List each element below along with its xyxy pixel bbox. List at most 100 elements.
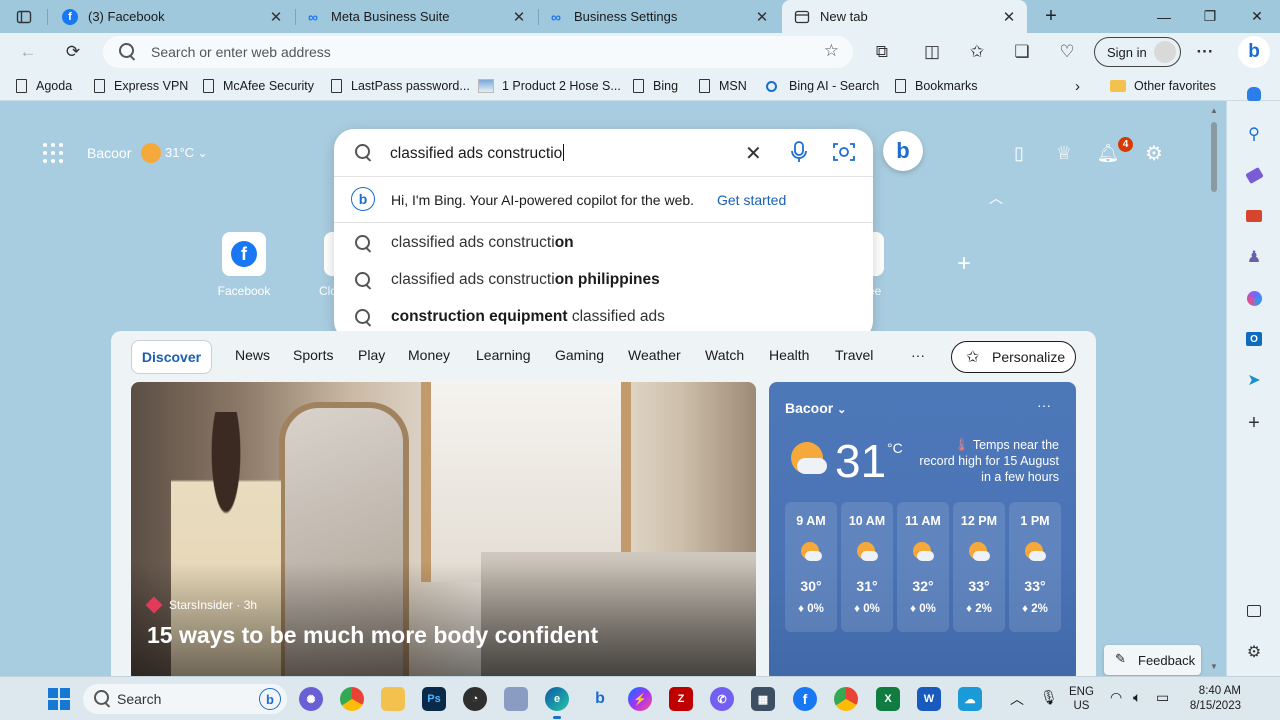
- favorite-express-vpn[interactable]: Express VPN: [94, 71, 188, 101]
- nav-learning[interactable]: Learning: [476, 347, 531, 363]
- settings-gear-icon[interactable]: ⚙: [1143, 142, 1165, 165]
- get-started-link[interactable]: Get started: [717, 192, 786, 208]
- volume-icon[interactable]: 🔈︎: [1133, 689, 1141, 706]
- weather-location[interactable]: Bacoor: [87, 145, 131, 161]
- nav-gaming[interactable]: Gaming: [555, 347, 604, 363]
- close-icon[interactable]: ✕: [1001, 8, 1017, 26]
- bing-copilot-suggestion[interactable]: b Hi, I'm Bing. Your AI-powered copilot …: [334, 177, 873, 223]
- new-tab-button[interactable]: +: [1028, 0, 1074, 33]
- microphone-icon[interactable]: [790, 141, 808, 166]
- favorite-msn[interactable]: MSN: [699, 71, 747, 101]
- word-icon[interactable]: W: [917, 687, 941, 711]
- media-app-icon[interactable]: ◔: [463, 687, 487, 711]
- close-icon[interactable]: ✕: [754, 8, 770, 26]
- battery-icon[interactable]: ▭: [1156, 689, 1169, 706]
- language-indicator[interactable]: ENG US: [1069, 685, 1094, 713]
- games-icon[interactable]: ♟: [1244, 247, 1264, 267]
- nav-news[interactable]: News: [235, 347, 270, 363]
- favorite-lastpass[interactable]: LastPass password...: [331, 71, 470, 101]
- close-icon[interactable]: ✕: [268, 8, 284, 26]
- favorite-product-hose[interactable]: 1 Product 2 Hose S...: [478, 71, 621, 101]
- nav-more-icon[interactable]: ···: [911, 347, 925, 363]
- scroll-up-icon[interactable]: ▲: [1210, 106, 1218, 115]
- nav-weather[interactable]: Weather: [628, 347, 681, 363]
- tab-business-settings[interactable]: ∞ Business Settings ✕: [536, 0, 780, 33]
- hourly-forecast[interactable]: 9 AM 30° ♦ 0%: [785, 502, 837, 632]
- tab-new-tab[interactable]: New tab ✕: [782, 0, 1027, 33]
- edge-icon[interactable]: e: [545, 687, 569, 719]
- chrome-icon[interactable]: [340, 687, 364, 711]
- weather-temp[interactable]: 31°C ⌄: [165, 145, 208, 160]
- hourly-forecast[interactable]: 10 AM 31° ♦ 0%: [841, 502, 893, 632]
- weather-card-location[interactable]: Bacoor ⌄: [785, 400, 846, 416]
- minimize-button[interactable]: —: [1141, 0, 1187, 33]
- window-close-button[interactable]: ✕: [1234, 0, 1280, 33]
- app-icon[interactable]: [504, 687, 528, 711]
- taskbar-search[interactable]: Search b: [83, 684, 287, 714]
- favorite-bookmarks[interactable]: Bookmarks: [895, 71, 978, 101]
- scroll-down-icon[interactable]: ▼: [1210, 662, 1218, 671]
- add-quick-link-icon[interactable]: +: [952, 250, 976, 277]
- quick-link-facebook[interactable]: f Facebook: [214, 232, 274, 298]
- file-explorer-icon[interactable]: [381, 687, 405, 711]
- tools-briefcase-icon[interactable]: [1244, 206, 1264, 226]
- chrome-icon[interactable]: [834, 687, 858, 711]
- browser-essentials-icon[interactable]: ♡: [1053, 38, 1081, 66]
- messenger-icon[interactable]: ⚡: [628, 687, 652, 711]
- refresh-icon[interactable]: ⟳: [59, 38, 87, 66]
- bing-chat-button[interactable]: b: [883, 131, 923, 171]
- search-query[interactable]: classified ads constructio: [390, 144, 564, 163]
- nav-play[interactable]: Play: [358, 347, 385, 363]
- filezilla-icon[interactable]: Z: [669, 687, 693, 711]
- collections-icon[interactable]: ❏: [1008, 38, 1036, 66]
- wifi-icon[interactable]: ◠: [1110, 689, 1122, 706]
- search-icon[interactable]: ⚲: [1244, 124, 1264, 144]
- sidebar-settings-gear-icon[interactable]: ⚙: [1244, 642, 1264, 662]
- viber-icon[interactable]: ✆: [710, 687, 734, 711]
- clock[interactable]: 8:40 AM 8/15/2023: [1185, 684, 1241, 714]
- clear-search-icon[interactable]: ✕: [745, 141, 762, 166]
- tab-meta-business-suite[interactable]: ∞ Meta Business Suite ✕: [293, 0, 537, 33]
- nav-discover[interactable]: Discover: [131, 340, 212, 374]
- drop-send-icon[interactable]: ➤: [1244, 370, 1264, 390]
- copilot-app-icon[interactable]: ✺: [299, 687, 323, 711]
- bing-copilot-icon[interactable]: b: [1238, 36, 1270, 68]
- favorite-agoda[interactable]: Agoda: [16, 71, 72, 101]
- favorite-bing-ai-search[interactable]: Bing AI - Search: [766, 71, 879, 101]
- page-scrollbar[interactable]: ▲ ▼: [1207, 104, 1221, 676]
- feedback-button[interactable]: ✎ Feedback: [1104, 645, 1201, 675]
- hero-title[interactable]: 15 ways to be much more body confident: [147, 622, 598, 649]
- other-favorites[interactable]: Other favorites: [1110, 71, 1216, 101]
- weather-alert[interactable]: 🌡︎ Temps near the record high for 15 Aug…: [919, 437, 1059, 485]
- tab-actions-icon[interactable]: [10, 3, 38, 31]
- hide-sidebar-icon[interactable]: [1244, 601, 1264, 621]
- chevron-up-icon[interactable]: ︿: [987, 190, 1005, 206]
- favorite-mcafee[interactable]: McAfee Security: [203, 71, 314, 101]
- sign-in-button[interactable]: Sign in: [1094, 37, 1181, 67]
- windows-start-icon[interactable]: [48, 688, 70, 710]
- nav-health[interactable]: Health: [769, 347, 809, 363]
- more-options-icon[interactable]: ···: [1191, 38, 1219, 66]
- excel-icon[interactable]: X: [876, 687, 900, 711]
- nav-watch[interactable]: Watch: [705, 347, 744, 363]
- search-suggestion[interactable]: classified ads construction philippines: [334, 262, 873, 299]
- extensions-icon[interactable]: ⧉: [868, 38, 896, 66]
- hourly-forecast[interactable]: 11 AM 32° ♦ 0%: [897, 502, 949, 632]
- nav-travel[interactable]: Travel: [835, 347, 873, 363]
- facebook-icon[interactable]: f: [793, 687, 817, 711]
- scrollbar-thumb[interactable]: [1211, 122, 1217, 192]
- nav-sports[interactable]: Sports: [293, 347, 333, 363]
- weather-card[interactable]: Bacoor ⌄ ··· 31 °C 🌡︎ Temps near the rec…: [769, 382, 1076, 682]
- notifications-bell-icon[interactable]: [1244, 84, 1264, 104]
- chevron-right-icon[interactable]: ›: [1075, 71, 1080, 101]
- notifications-bell-icon[interactable]: 🔔︎: [1097, 142, 1120, 164]
- microphone-icon[interactable]: 🎙︎: [1040, 689, 1058, 706]
- tab-facebook[interactable]: f (3) Facebook ✕: [50, 0, 294, 33]
- favorite-bing[interactable]: Bing: [633, 71, 678, 101]
- restore-button[interactable]: ❐: [1187, 0, 1233, 33]
- cloud-app-icon[interactable]: ☁: [958, 687, 982, 711]
- microsoft-365-icon[interactable]: [1244, 288, 1264, 308]
- calculator-icon[interactable]: ▦: [751, 687, 775, 711]
- photoshop-icon[interactable]: Ps: [422, 687, 446, 711]
- address-bar[interactable]: Search or enter web address ☆: [103, 36, 853, 68]
